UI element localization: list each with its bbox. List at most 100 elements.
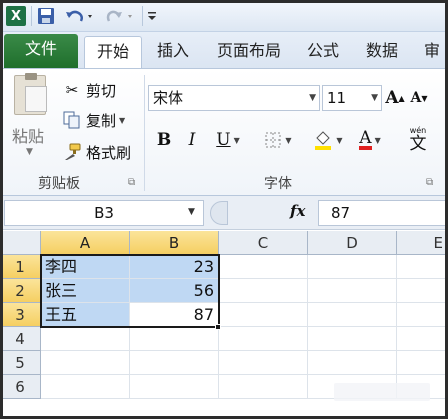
cell-b5[interactable]: [130, 351, 219, 375]
excel-logo-icon[interactable]: X: [6, 6, 26, 26]
tab-insert[interactable]: 插入: [146, 36, 200, 68]
save-icon[interactable]: [36, 6, 56, 26]
font-color-icon: A: [359, 128, 372, 150]
grow-font-button[interactable]: A ▲: [384, 85, 406, 111]
qat-separator-2: [142, 6, 143, 26]
formula-input[interactable]: 87: [318, 200, 448, 226]
ribbon-home: 粘贴 ▼ ✂ 剪切 复制 ▼ 格式刷 剪贴板 ⧉ 宋体 ▼ 11 ▼ A ▲ A ▼…: [0, 68, 448, 196]
font-name-select[interactable]: 宋体 ▼: [148, 85, 320, 111]
chevron-down-icon[interactable]: ▼: [119, 116, 125, 125]
chevron-down-icon: ▼: [336, 135, 343, 145]
copy-icon: [62, 111, 82, 129]
cell-d4[interactable]: [308, 327, 397, 351]
chevron-down-icon[interactable]: ▼: [188, 207, 195, 217]
phonetic-icon: 文: [409, 134, 427, 154]
font-size-value: 11: [327, 89, 347, 107]
cut-button[interactable]: ✂ 剪切: [62, 77, 116, 103]
tab-review[interactable]: 审: [416, 36, 448, 68]
ribbon-tab-row: 文件 开始 插入 页面布局 公式 数据 审: [0, 32, 448, 68]
tab-home[interactable]: 开始: [84, 36, 142, 68]
row-header-5[interactable]: 5: [0, 351, 41, 375]
cell-c5[interactable]: [219, 351, 308, 375]
customize-qat-icon[interactable]: [146, 6, 158, 26]
cell-e1[interactable]: [397, 255, 448, 279]
underline-icon: U: [216, 130, 231, 150]
row-header-6[interactable]: 6: [0, 375, 41, 399]
cell-b3-active[interactable]: 87: [130, 303, 219, 327]
cell-a3[interactable]: 王五: [41, 303, 130, 327]
select-all-corner[interactable]: [0, 231, 41, 255]
chevron-down-icon: ▼: [233, 135, 240, 145]
italic-button[interactable]: I: [180, 127, 204, 153]
paste-icon: [14, 73, 47, 115]
cell-d2[interactable]: [308, 279, 397, 303]
chevron-down-icon: ▼: [285, 135, 292, 145]
row-header-1[interactable]: 1: [0, 255, 41, 279]
redo-icon[interactable]: [104, 6, 138, 26]
copy-label: 复制: [86, 111, 117, 130]
chevron-down-icon: ▼: [374, 135, 381, 145]
bold-button[interactable]: B: [152, 127, 176, 153]
row-header-4[interactable]: 4: [0, 327, 41, 351]
cell-a1[interactable]: 李四: [41, 255, 130, 279]
fill-color-button[interactable]: ▼: [308, 127, 348, 153]
cell-a2[interactable]: 张三: [41, 279, 130, 303]
row-header-3[interactable]: 3: [0, 303, 41, 327]
formula-bar-handle[interactable]: [210, 201, 228, 225]
cell-d3[interactable]: [308, 303, 397, 327]
cell-c4[interactable]: [219, 327, 308, 351]
cell-c6[interactable]: [219, 375, 308, 399]
column-header-e[interactable]: E: [397, 231, 448, 255]
cell-c2[interactable]: [219, 279, 308, 303]
undo-icon[interactable]: [62, 6, 96, 26]
column-header-a[interactable]: A: [41, 231, 130, 255]
cell-b2[interactable]: 56: [130, 279, 219, 303]
tab-page-layout[interactable]: 页面布局: [206, 36, 292, 68]
cell-d5[interactable]: [308, 351, 397, 375]
tab-data[interactable]: 数据: [356, 36, 408, 68]
borders-button[interactable]: ▼: [258, 127, 298, 153]
grow-font-icon: A: [385, 88, 399, 108]
column-header-d[interactable]: D: [308, 231, 397, 255]
underline-button[interactable]: U ▼: [208, 127, 248, 153]
shrink-font-button[interactable]: A ▼: [408, 85, 430, 111]
cell-b4[interactable]: [130, 327, 219, 351]
watermark: [334, 383, 430, 401]
tab-formulas[interactable]: 公式: [298, 36, 348, 68]
format-painter-label: 格式刷: [86, 143, 132, 162]
cell-d1[interactable]: [308, 255, 397, 279]
group-separator: [144, 75, 145, 191]
dialog-launcher-icon[interactable]: ⧉: [426, 177, 433, 188]
format-painter-button[interactable]: 格式刷: [62, 139, 131, 165]
row-header-2[interactable]: 2: [0, 279, 41, 303]
cell-b6[interactable]: [130, 375, 219, 399]
chevron-down-icon: ▼: [371, 93, 378, 103]
column-header-b[interactable]: B: [130, 231, 219, 255]
column-header-c[interactable]: C: [219, 231, 308, 255]
insert-function-icon[interactable]: fx: [290, 202, 305, 220]
cell-e2[interactable]: [397, 279, 448, 303]
phonetic-guide-button[interactable]: wén 文: [396, 127, 440, 154]
cell-a4[interactable]: [41, 327, 130, 351]
tab-file[interactable]: 文件: [4, 34, 78, 68]
cell-e5[interactable]: [397, 351, 448, 375]
name-box[interactable]: B3: [4, 200, 204, 226]
font-color-button[interactable]: A ▼: [350, 127, 390, 153]
cell-c3[interactable]: [219, 303, 308, 327]
chevron-down-icon: ▼: [309, 93, 316, 103]
fill-handle[interactable]: [215, 324, 221, 330]
formula-bar: B3 ▼ fx 87: [0, 196, 448, 230]
cell-a6[interactable]: [41, 375, 130, 399]
font-size-select[interactable]: 11 ▼: [322, 85, 382, 111]
cell-c1[interactable]: [219, 255, 308, 279]
cell-e3[interactable]: [397, 303, 448, 327]
shrink-font-icon: A: [410, 90, 422, 106]
cell-e4[interactable]: [397, 327, 448, 351]
font-group-label: 字体: [264, 176, 292, 192]
cell-b1[interactable]: 23: [130, 255, 219, 279]
chevron-down-icon: ▼: [26, 147, 33, 157]
dialog-launcher-icon[interactable]: ⧉: [128, 177, 135, 188]
copy-button[interactable]: 复制 ▼: [62, 107, 125, 133]
cell-a5[interactable]: [41, 351, 130, 375]
paste-button[interactable]: 粘贴 ▼: [8, 73, 54, 165]
